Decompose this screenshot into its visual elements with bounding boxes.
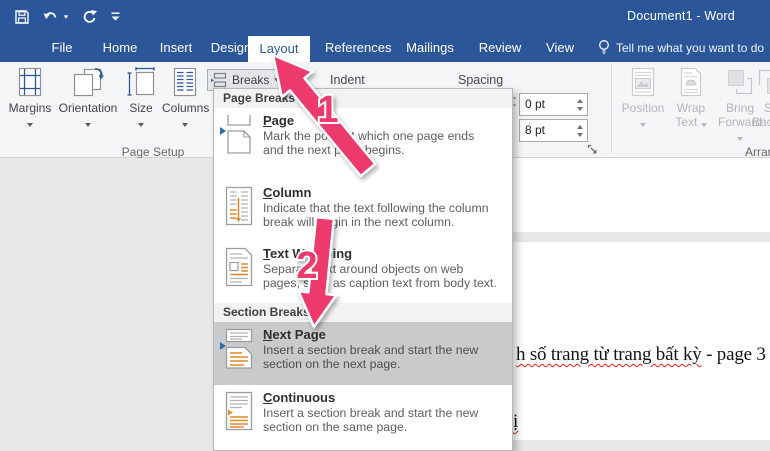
page-breaks-section-header: Page Breaks: [214, 89, 512, 108]
chevron-down-icon: [701, 123, 707, 127]
wrap-text-icon: [668, 66, 714, 98]
save-icon[interactable]: [14, 9, 30, 25]
send-backward-icon: [750, 66, 770, 98]
spellchecked-text: h số trang từ trang bất kỳ: [516, 344, 702, 365]
spinner-up-icon[interactable]: [577, 125, 583, 129]
columns-icon: [162, 66, 208, 98]
menu-item-column-break[interactable]: Column Indicate that the text following …: [214, 180, 512, 241]
spacing-before-value: 0 pt: [525, 97, 545, 111]
continuous-break-menu-icon: [220, 391, 256, 431]
breaks-label: Breaks: [232, 73, 269, 87]
menu-item-title: Continuous: [263, 390, 504, 406]
send-backward-label: SendBackward: [750, 101, 770, 129]
group-divider: [611, 65, 612, 153]
quick-access-toolbar: [14, 0, 120, 33]
breaks-dropdown-menu: Page Breaks Page Mark the point at which…: [213, 88, 513, 451]
orientation-icon: [56, 66, 120, 98]
menu-item-description: Separate text around objects on web page…: [263, 262, 504, 291]
menu-item-title: Column: [263, 185, 504, 201]
menu-item-text-wrapping-break[interactable]: Text Wrapping Separate text around objec…: [214, 241, 512, 303]
lightbulb-icon: [598, 39, 610, 56]
undo-icon[interactable]: [43, 10, 69, 24]
menu-item-description: Indicate that the text following the col…: [263, 201, 504, 230]
columns-button[interactable]: Columns: [162, 66, 208, 129]
tab-file[interactable]: File: [40, 33, 84, 62]
tell-me-label: Tell me what you want to do: [616, 41, 764, 55]
document-partial-text: ị: [513, 411, 518, 433]
menu-item-description: Insert a section break and start the new…: [263, 406, 504, 435]
menu-item-title: Page: [263, 113, 504, 129]
column-break-menu-icon: [220, 186, 256, 226]
columns-label: Columns: [162, 101, 208, 115]
tell-me-box[interactable]: Tell me what you want to do: [598, 33, 764, 62]
chevron-down-icon: [64, 15, 69, 18]
menu-item-next-page-break[interactable]: Next Page Insert a section break and sta…: [214, 322, 512, 385]
tab-mailings[interactable]: Mailings: [400, 33, 460, 62]
chevron-down-icon: [138, 123, 144, 127]
page-break-menu-icon: [220, 114, 256, 154]
spinner-down-icon[interactable]: [577, 133, 583, 137]
next-page-menu-icon: [220, 328, 256, 368]
paragraph-dialog-launcher-icon[interactable]: [587, 144, 599, 156]
menu-item-title: Text Wrapping: [263, 246, 504, 262]
orientation-label: Orientation: [56, 101, 120, 115]
position-icon: [620, 66, 666, 98]
size-button[interactable]: Size: [120, 66, 162, 129]
document-text-line: h số trang từ trang bất kỳ - page 3: [516, 344, 766, 366]
chevron-down-icon: [274, 78, 280, 82]
spacing-before-spinner[interactable]: 0 pt: [519, 93, 588, 116]
redo-icon[interactable]: [82, 9, 98, 25]
chevron-down-icon: [737, 137, 743, 141]
menu-item-title: Next Page: [263, 327, 504, 343]
menu-item-continuous-break[interactable]: Continuous Insert a section break and st…: [214, 385, 512, 450]
tab-layout[interactable]: Layout: [248, 36, 310, 62]
spacing-after-value: 8 pt: [525, 123, 545, 137]
window-title: Document1 - Word: [627, 9, 735, 23]
orientation-button[interactable]: Orientation: [56, 66, 120, 129]
menu-item-description: Mark the point at which one page ends an…: [263, 129, 504, 158]
menu-item-description: Insert a section break and start the new…: [263, 343, 504, 372]
tab-home[interactable]: Home: [95, 33, 145, 62]
wrap-text-button: WrapText: [668, 66, 714, 129]
send-backward-button: SendBackward: [750, 66, 770, 129]
spacing-after-spinner[interactable]: 8 pt: [519, 119, 588, 142]
tab-view[interactable]: View: [532, 33, 588, 62]
tab-insert[interactable]: Insert: [150, 33, 202, 62]
position-button: Position: [620, 66, 666, 129]
chevron-down-icon: [85, 123, 91, 127]
margins-label: Margins: [4, 101, 56, 115]
wrap-text-label: WrapText: [668, 101, 714, 129]
menu-item-page-break[interactable]: Page Mark the point at which one page en…: [214, 108, 512, 180]
spinner-down-icon[interactable]: [577, 107, 583, 111]
customize-quick-access-icon[interactable]: [111, 12, 120, 21]
chevron-down-icon: [27, 123, 33, 127]
chevron-down-icon: [640, 123, 646, 127]
spacing-label: Spacing: [458, 73, 503, 87]
indent-label: Indent: [330, 73, 365, 87]
size-icon: [120, 66, 162, 98]
title-bar: Document1 - Word: [0, 0, 770, 33]
tab-references[interactable]: References: [325, 33, 385, 62]
chevron-down-icon: [182, 123, 188, 127]
page-break-icon: [211, 72, 227, 88]
text-wrapping-menu-icon: [220, 247, 256, 287]
section-breaks-section-header: Section Breaks: [214, 303, 512, 322]
arrange-group-label: Arrange: [745, 145, 770, 159]
size-label: Size: [120, 101, 162, 115]
position-label: Position: [620, 101, 666, 115]
page-setup-group-label: Page Setup: [108, 145, 198, 159]
tab-review[interactable]: Review: [470, 33, 530, 62]
spinner-up-icon[interactable]: [577, 99, 583, 103]
margins-icon: [4, 66, 56, 98]
margins-button[interactable]: Margins: [4, 66, 56, 129]
ribbon-tab-bar: File Home Insert Design Layout Reference…: [0, 33, 770, 62]
